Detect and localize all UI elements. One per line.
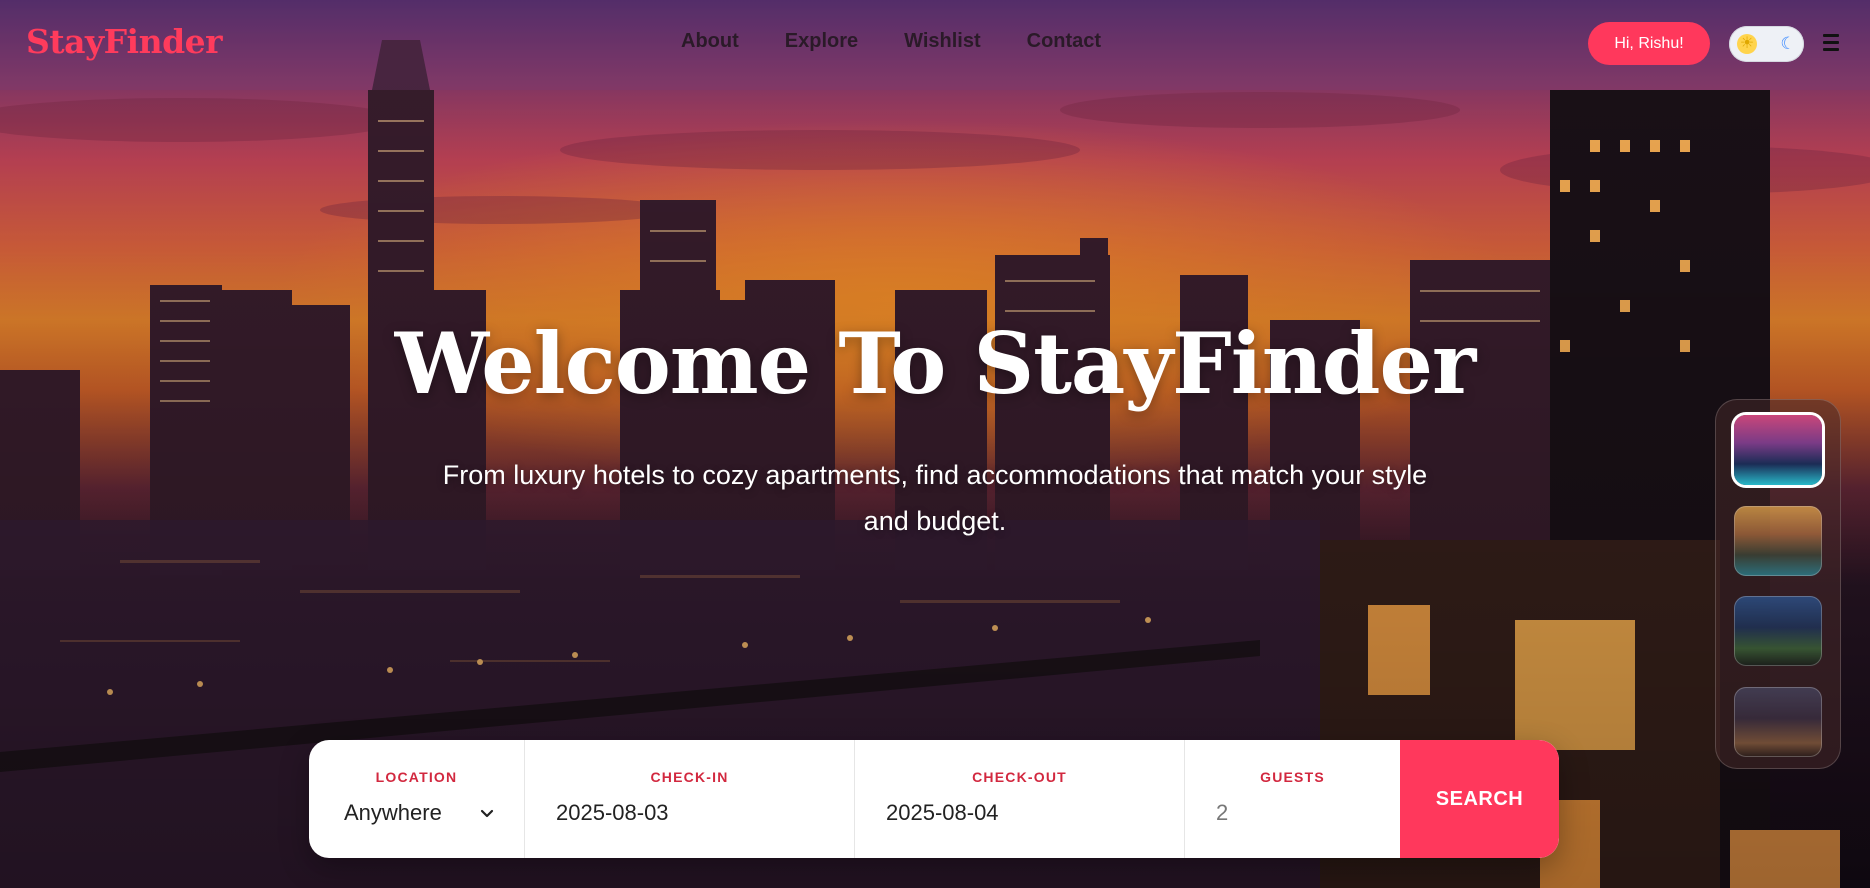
check-out-field[interactable]: CHECK-OUT 2025-08-04	[855, 740, 1185, 858]
main-nav: About Explore Wishlist Contact	[681, 30, 1101, 53]
user-greeting-button[interactable]: Hi, Rishu!	[1588, 22, 1710, 65]
chevron-down-icon	[480, 809, 494, 818]
check-out-label: CHECK-OUT	[972, 769, 1067, 785]
moon-icon: ☾	[1780, 34, 1796, 53]
nav-contact[interactable]: Contact	[1027, 30, 1101, 53]
search-bar: LOCATION Anywhere CHECK-IN 2025-08-03 CH…	[309, 740, 1559, 858]
search-button[interactable]: SEARCH	[1400, 740, 1559, 858]
logo[interactable]: StayFinder	[26, 22, 223, 61]
hero-title: Welcome To StayFinder	[394, 314, 1476, 413]
location-select[interactable]: Anywhere	[344, 800, 442, 826]
guests-label: GUESTS	[1260, 769, 1325, 785]
nav-explore[interactable]: Explore	[785, 30, 858, 53]
check-out-input[interactable]: 2025-08-04	[886, 800, 999, 826]
site-header: StayFinder About Explore Wishlist Contac…	[0, 0, 1870, 90]
thumbnail-terrace-lounge[interactable]	[1734, 687, 1822, 757]
nav-wishlist[interactable]: Wishlist	[904, 30, 981, 53]
nav-about[interactable]: About	[681, 30, 739, 53]
thumbnail-city-skyline-pool[interactable]	[1734, 415, 1822, 485]
hero-subtitle: From luxury hotels to cozy apartments, f…	[442, 460, 1428, 536]
hamburger-icon[interactable]	[1823, 32, 1841, 54]
check-in-input[interactable]: 2025-08-03	[556, 800, 669, 826]
check-in-label: CHECK-IN	[650, 769, 729, 785]
guests-field[interactable]: GUESTS 2	[1185, 740, 1400, 858]
location-field[interactable]: LOCATION Anywhere	[309, 740, 525, 858]
thumbnail-night-building[interactable]	[1734, 596, 1822, 666]
thumbnail-tropical-resort[interactable]	[1734, 506, 1822, 576]
sun-icon: ☀	[1737, 34, 1757, 54]
location-label: LOCATION	[375, 769, 458, 785]
check-in-field[interactable]: CHECK-IN 2025-08-03	[525, 740, 855, 858]
hero-thumbnail-rail	[1715, 399, 1841, 769]
theme-toggle[interactable]: ☀ ☾	[1729, 26, 1804, 62]
guests-input[interactable]: 2	[1216, 800, 1228, 826]
